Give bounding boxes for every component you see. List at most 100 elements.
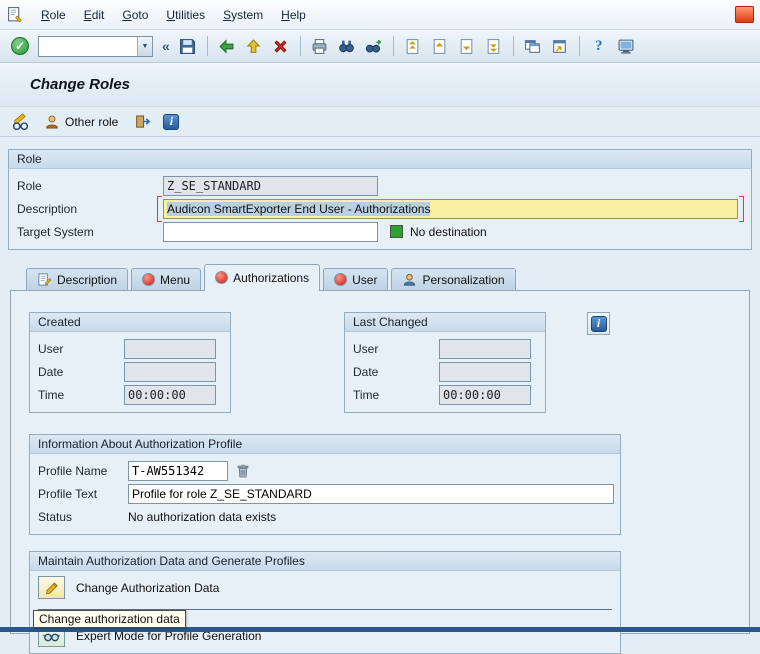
glasses-pencil-icon: [12, 112, 28, 130]
toolbar-separator: [299, 36, 301, 56]
green-status-led-icon: [390, 225, 403, 238]
system-menu-icon[interactable]: [6, 6, 26, 24]
created-header: Created: [30, 313, 230, 332]
profile-text-input[interactable]: [128, 483, 614, 504]
created-user-input: [124, 338, 216, 359]
created-user-label: User: [38, 341, 64, 356]
tab-label: Authorizations: [233, 270, 310, 285]
no-destination-text: No destination: [410, 224, 487, 239]
cancel-button[interactable]: [269, 34, 293, 58]
menu-item-system[interactable]: System: [214, 4, 272, 26]
previous-page-button[interactable]: [428, 34, 452, 58]
description-label: Description: [17, 201, 78, 216]
created-section: Created User Date Time: [29, 312, 231, 413]
monitor-icon: [618, 39, 634, 54]
collapse-toolbar-icon[interactable]: «: [159, 38, 173, 54]
tab-strip: Description Menu Authorizations User Per…: [0, 263, 760, 291]
tab-user[interactable]: User: [323, 268, 389, 290]
pencil-icon: [45, 581, 58, 594]
last-changed-date-input: [439, 361, 531, 382]
selection-bracket-right: [739, 195, 744, 222]
profile-name-label: Profile Name: [38, 463, 108, 478]
next-page-button[interactable]: [455, 34, 479, 58]
tab-personalization[interactable]: Personalization: [391, 268, 516, 290]
red-status-icon: [142, 273, 156, 286]
back-button[interactable]: [215, 34, 239, 58]
tab-menu[interactable]: Menu: [131, 268, 202, 290]
menu-item-role[interactable]: Role: [32, 4, 75, 26]
panel-info-button[interactable]: i: [587, 312, 610, 335]
tab-label: Description: [57, 272, 118, 287]
save-button[interactable]: [176, 34, 200, 58]
maintain-section: Maintain Authorization Data and Generate…: [29, 551, 621, 654]
create-shortcut-button[interactable]: [548, 34, 572, 58]
authorizations-tab-panel: Created User Date Time Last Changed: [10, 290, 750, 654]
tab-label: Personalization: [422, 272, 505, 287]
profile-text-label: Profile Text: [38, 486, 98, 501]
change-authorization-data-button[interactable]: [38, 576, 65, 599]
maintain-section-header: Maintain Authorization Data and Generate…: [30, 552, 620, 571]
menu-item-utilities[interactable]: Utilities: [157, 4, 214, 26]
last-page-button[interactable]: [482, 34, 506, 58]
print-icon: [312, 38, 327, 54]
profile-section: Information About Authorization Profile …: [29, 434, 621, 535]
tab-description[interactable]: Description: [26, 268, 129, 290]
previous-page-icon: [433, 38, 446, 54]
selection-bracket-left: [157, 195, 162, 222]
title-bar: Change Roles: [0, 63, 760, 107]
created-time-label: Time: [38, 387, 65, 402]
other-role-label: Other role: [65, 114, 119, 129]
display-change-toggle-button[interactable]: [8, 110, 32, 134]
menu-bar: Role Edit Goto Utilities System Help: [0, 0, 760, 30]
command-input[interactable]: [39, 36, 137, 56]
customize-layout-button[interactable]: [614, 34, 638, 58]
trash-icon: [237, 464, 249, 477]
menu-item-edit[interactable]: Edit: [75, 4, 114, 26]
menu-item-goto[interactable]: Goto: [113, 4, 157, 26]
new-session-icon: [525, 39, 541, 53]
tab-authorizations[interactable]: Authorizations: [204, 264, 321, 291]
status-value: No authorization data exists: [128, 509, 277, 524]
toolbar-separator: [392, 36, 394, 56]
red-status-icon: [334, 273, 348, 286]
target-system-input[interactable]: [163, 221, 378, 242]
exit-button[interactable]: [242, 34, 266, 58]
menu-item-help[interactable]: Help: [272, 4, 315, 26]
find-next-button[interactable]: [362, 34, 386, 58]
info-icon: i: [163, 113, 180, 130]
command-field[interactable]: ▼: [38, 35, 153, 57]
close-session-button[interactable]: [735, 6, 754, 23]
description-input[interactable]: Audicon SmartExporter End User - Authori…: [163, 198, 738, 219]
delete-profile-button[interactable]: [232, 460, 254, 482]
other-role-button[interactable]: Other role: [37, 110, 125, 134]
tab-label: User: [352, 272, 378, 287]
find-button[interactable]: [335, 34, 359, 58]
role-input: [163, 175, 378, 196]
find-icon: [339, 40, 355, 52]
description-row: Description Audicon SmartExporter End Us…: [9, 195, 751, 222]
create-shortcut-icon: [553, 39, 567, 53]
transport-button[interactable]: [130, 110, 154, 134]
chevron-down-icon[interactable]: ▼: [137, 36, 152, 56]
tooltip: Change authorization data: [33, 610, 186, 628]
help-icon: ?: [595, 37, 603, 54]
change-authorization-data-label[interactable]: Change Authorization Data: [76, 581, 219, 595]
role-section-header: Role: [9, 150, 751, 169]
toolbar-separator: [578, 36, 580, 56]
profile-name-input[interactable]: [128, 460, 228, 481]
last-changed-time-input: [439, 384, 531, 405]
first-page-button[interactable]: [401, 34, 425, 58]
last-changed-user-input: [439, 338, 531, 359]
application-toolbar: Other role i: [0, 107, 760, 137]
first-page-icon: [406, 38, 419, 54]
print-button[interactable]: [308, 34, 332, 58]
continue-button[interactable]: ✓: [8, 34, 32, 58]
help-button[interactable]: ?: [587, 34, 611, 58]
page-title: Change Roles: [30, 76, 131, 93]
info-button[interactable]: i: [159, 110, 183, 134]
new-session-button[interactable]: [521, 34, 545, 58]
last-page-icon: [487, 38, 500, 54]
back-icon: [219, 38, 234, 54]
document-icon: [8, 7, 22, 23]
last-changed-time-label: Time: [353, 387, 380, 402]
